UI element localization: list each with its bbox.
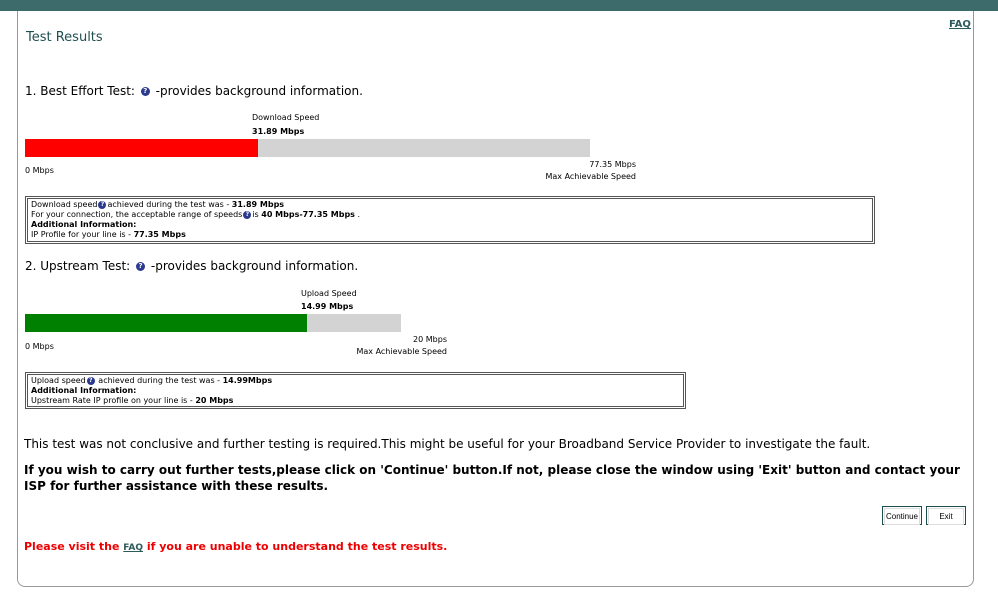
help-icon[interactable]: ? (136, 262, 146, 271)
download-speed-value: 31.89 Mbps (252, 127, 305, 136)
help-icon[interactable]: ? (98, 200, 107, 209)
faq-help-message: Please visit the FAQ if you are unable t… (24, 540, 448, 553)
upstream-heading-desc: -provides background information. (150, 259, 359, 273)
upload-max-label: 20 Mbps (413, 335, 447, 344)
download-info-additional: Additional Information: (31, 220, 137, 229)
upload-speed-fill (25, 314, 307, 332)
best-effort-heading: 1. Best Effort Test: ? -provides backgro… (25, 84, 363, 98)
upload-info-additional: Additional Information: (31, 386, 137, 395)
download-min-label: 0 Mbps (25, 166, 54, 175)
exit-button[interactable]: Exit (926, 506, 966, 525)
upload-info-line1: Upload speed? achieved during the test w… (31, 376, 273, 385)
page-title: Test Results (26, 30, 103, 45)
faq-link-top[interactable]: FAQ (949, 19, 971, 30)
continue-button[interactable]: Continue (882, 506, 922, 525)
download-speed-fill (25, 139, 258, 157)
upload-info-box: Upload speed? achieved during the test w… (25, 372, 686, 409)
download-info-line2: For your connection, the acceptable rang… (31, 210, 361, 219)
inconclusive-message: This test was not conclusive and further… (24, 437, 871, 451)
upload-speed-bar (25, 314, 401, 332)
download-max-caption: Max Achievable Speed (545, 172, 636, 181)
faq-link-inline[interactable]: FAQ (123, 543, 143, 553)
download-speed-bar (25, 139, 590, 157)
download-info-line4: IP Profile for your line is - 77.35 Mbps (31, 230, 186, 239)
download-speed-label: Download Speed (252, 113, 320, 122)
top-bar (0, 0, 998, 11)
download-max-label: 77.35 Mbps (589, 160, 636, 169)
help-icon[interactable]: ? (86, 376, 95, 385)
upload-min-label: 0 Mbps (25, 342, 54, 351)
upload-speed-label: Upload Speed (301, 289, 357, 298)
help-icon[interactable]: ? (140, 87, 150, 96)
download-info-box: Download speed? achieved during the test … (25, 196, 875, 244)
instructions-message: If you wish to carry out further tests,p… (24, 463, 960, 493)
upload-speed-value: 14.99 Mbps (301, 302, 354, 311)
upstream-heading: 2. Upstream Test: ? -provides background… (25, 259, 358, 273)
upstream-heading-label: 2. Upstream Test: (25, 259, 131, 273)
best-effort-heading-desc: -provides background information. (155, 84, 363, 98)
best-effort-heading-label: 1. Best Effort Test: (25, 84, 135, 98)
download-info-line1: Download speed? achieved during the test … (31, 200, 285, 209)
upload-max-caption: Max Achievable Speed (356, 347, 447, 356)
help-icon[interactable]: ? (243, 210, 252, 219)
upload-info-line3: Upstream Rate IP profile on your line is… (31, 396, 234, 405)
